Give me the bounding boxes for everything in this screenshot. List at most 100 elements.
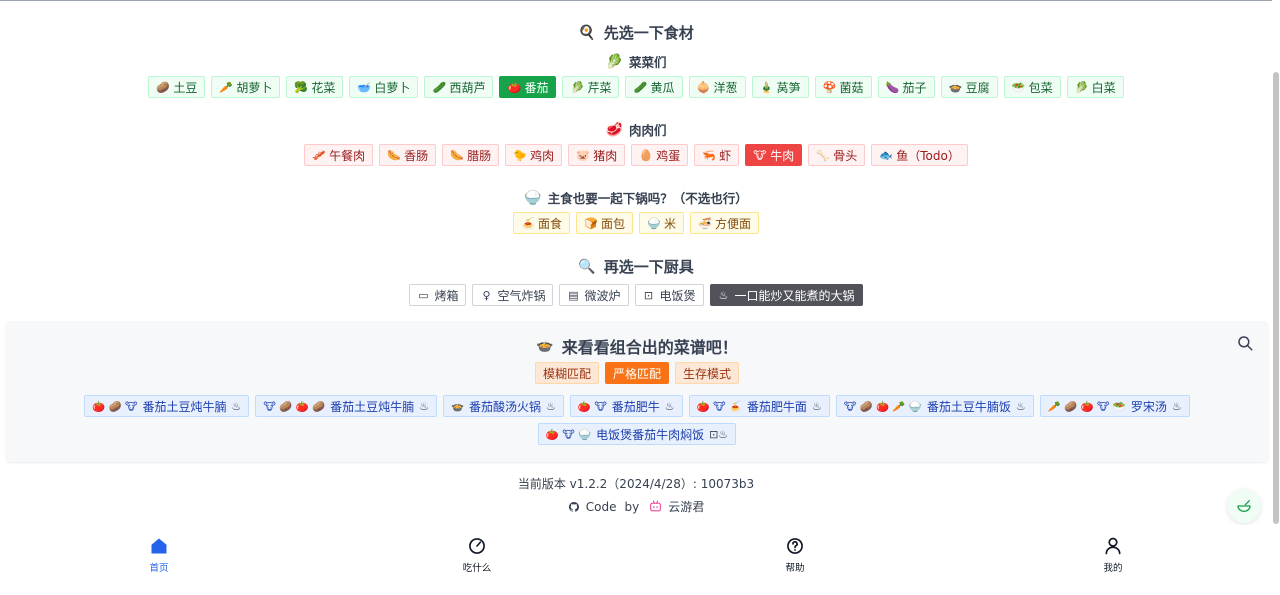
vegetable-tag[interactable]: 🍲 豆腐 <box>940 76 998 98</box>
meat-tag-icon: 🌭 <box>450 148 464 162</box>
vegetable-tag-label: 胡萝卜 <box>236 80 273 95</box>
match-mode-row: 模糊匹配 严格匹配 生存模式 <box>6 362 1268 384</box>
meat-section-title: 🥩 肉肉们 <box>605 121 667 139</box>
vegetable-tag[interactable]: 🥒 西葫芦 <box>424 76 494 98</box>
tool-tag[interactable]: ▤ 微波炉 <box>559 284 629 306</box>
gauge-icon <box>469 538 485 554</box>
meat-tag-label: 香肠 <box>404 148 429 163</box>
recipe-row: 🍅 🐮 🍚 电饭煲番茄牛肉焖饭 ⊡♨ <box>6 423 1268 445</box>
magnifier-icon: 🔍 <box>578 258 596 275</box>
vegetable-tag-label: 洋葱 <box>713 80 738 95</box>
tab-help[interactable]: 帮助 <box>636 525 954 595</box>
veg-section-title: 🥬 菜菜们 <box>605 53 667 71</box>
scrollbar-thumb[interactable] <box>1273 72 1279 524</box>
floating-bowl-button[interactable] <box>1227 489 1261 523</box>
recipe-card[interactable]: 🐮 🥔 🍅 🥔 番茄土豆炖牛腩 ♨ <box>255 395 437 417</box>
vegetable-tag[interactable]: 🥣 白萝卜 <box>349 76 419 98</box>
recipe-name: 番茄土豆炖牛腩 <box>330 399 415 414</box>
recipe-row: 🍅 🥔 🐮 番茄土豆炖牛腩 ♨ 🐮 🥔 🍅 🥔 番茄土豆炖牛腩 ♨ 🍲 番茄酸汤火锅 ♨ 🍅 🐮 番… <box>6 395 1268 417</box>
vegetable-tag[interactable]: 🥒 黄瓜 <box>625 76 683 98</box>
recipe-card[interactable]: 🍅 🥔 🐮 番茄土豆炖牛腩 ♨ <box>84 395 250 417</box>
tab-home[interactable]: 首页 <box>0 525 318 595</box>
vegetable-tag-icon: 🥔 <box>156 80 171 94</box>
meat-tag-row: 🥓 午餐肉 🌭 香肠 🌭 腊肠 🐤 鸡肉 🐷 猪肉 🥚 鸡蛋 🦐 虾 🐮 牛肉 🦴 骨头 🐟 鱼（Todo） <box>0 144 1272 166</box>
staple-tag[interactable]: 🍚 米 <box>639 212 685 234</box>
tool-tag[interactable]: ▭ 烤箱 <box>409 284 467 306</box>
staple-tag-label: 米 <box>664 216 677 231</box>
recipe-card[interactable]: 🍲 番茄酸汤火锅 ♨ <box>442 395 564 417</box>
tool-tag[interactable]: ⊡ 电饭煲 <box>634 284 704 306</box>
meat-tag[interactable]: 🦐 虾 <box>694 144 740 166</box>
meat-tag[interactable]: 🐷 猪肉 <box>568 144 626 166</box>
vegetable-tag[interactable]: 🥬 白菜 <box>1066 76 1124 98</box>
meat-tag[interactable]: 🐮 牛肉 <box>745 144 803 166</box>
recipe-ingredient-icons: 🐮 🥔 🍅 🥕 🍚 <box>843 400 922 413</box>
vegetable-tag[interactable]: 🍅 番茄 <box>499 76 557 98</box>
vegetable-tag-label: 菌菇 <box>839 80 864 95</box>
main-content: 🍳 先选一下食材 🥬 菜菜们 🥔 土豆 🥕 胡萝卜 🥦 花菜 🥣 白萝卜 🥒 西葫芦 🍅 番茄 🥬 芹菜 🥒… <box>0 0 1272 525</box>
recipe-ingredient-icons: 🍅 🐮 <box>577 400 607 413</box>
staple-tag-icon: 🍝 <box>520 216 535 230</box>
meat-tag[interactable]: 🌭 香肠 <box>379 144 437 166</box>
author-link[interactable]: 云游君 <box>668 498 704 515</box>
home-icon <box>151 538 167 554</box>
tool-tag[interactable]: ♀ 空气炸锅 <box>472 284 554 306</box>
meat-tag[interactable]: 🌭 腊肠 <box>442 144 500 166</box>
tab-what-to-eat[interactable]: 吃什么 <box>318 525 636 595</box>
fuzzy-match-button[interactable]: 模糊匹配 <box>534 362 599 384</box>
meat-tag-icon: 🐤 <box>513 148 527 162</box>
vegetable-tag[interactable]: 🍆 茄子 <box>877 76 935 98</box>
vegetable-tag[interactable]: 🥕 胡萝卜 <box>211 76 281 98</box>
vegetable-tag-icon: 🍲 <box>948 80 963 94</box>
vegetable-tag-label: 莴笋 <box>776 80 801 95</box>
recipe-tool-icon: ♨ <box>1171 399 1182 413</box>
vegetable-tag[interactable]: 🥗 包菜 <box>1003 76 1061 98</box>
tool-tag-icon: ⊡ <box>643 288 654 302</box>
vegetable-tag-icon: 🥬 <box>570 80 585 94</box>
meat-tag-icon: 🦐 <box>702 148 716 162</box>
vegetable-tag[interactable]: 🎍 莴笋 <box>751 76 809 98</box>
recipe-card[interactable]: 🍅 🐮 🍚 电饭煲番茄牛肉焖饭 ⊡♨ <box>537 423 737 445</box>
meat-tag[interactable]: 🐤 鸡肉 <box>505 144 563 166</box>
meat-tag[interactable]: 🐟 鱼（Todo） <box>871 144 968 166</box>
recipe-ingredient-icons: 🍅 🥔 🐮 <box>92 400 138 413</box>
rice-icon: 🍚 <box>524 189 542 206</box>
staple-tag[interactable]: 🍝 面食 <box>512 212 570 234</box>
meat-tag[interactable]: 🥚 鸡蛋 <box>631 144 689 166</box>
by-text: by <box>624 499 640 514</box>
bilibili-icon[interactable] <box>649 500 662 513</box>
recipe-panel: 🍲 来看看组合出的菜谱吧！ 模糊匹配 严格匹配 生存模式 🍅 🥔 🐮 番茄土豆炖牛… <box>6 321 1268 462</box>
vegetable-tag[interactable]: 🥦 花菜 <box>286 76 344 98</box>
vegetable-tag[interactable]: 🧅 洋葱 <box>688 76 746 98</box>
tool-tag-label: 空气炸锅 <box>497 288 546 303</box>
staple-tag[interactable]: 🍞 面包 <box>575 212 633 234</box>
lettuce-icon: 🥬 <box>605 53 623 70</box>
recipe-name: 番茄酸汤火锅 <box>469 399 542 414</box>
recipe-card[interactable]: 🍅 🐮 🍝 番茄肥牛面 ♨ <box>688 395 830 417</box>
meat-tag-icon: 🌭 <box>387 148 401 162</box>
recipe-card[interactable]: 🍅 🐮 番茄肥牛 ♨ <box>569 395 683 417</box>
vegetable-tag[interactable]: 🥔 土豆 <box>148 76 206 98</box>
strict-match-button[interactable]: 严格匹配 <box>604 362 669 384</box>
tool-tag-label: 微波炉 <box>584 288 621 303</box>
recipe-card[interactable]: 🥕 🥔 🍅 🐮 🥗 罗宋汤 ♨ <box>1039 395 1190 417</box>
recipe-tool-icon: ⊡♨ <box>709 427 729 441</box>
staple-tag-label: 方便面 <box>715 216 752 231</box>
tool-tag[interactable]: ♨ 一口能炒又能煮的大锅 <box>709 284 863 306</box>
code-link[interactable]: Code <box>586 500 617 514</box>
vegetable-tag[interactable]: 🥬 芹菜 <box>562 76 620 98</box>
stew-icon: 🍲 <box>536 338 554 354</box>
vegetable-tag-row: 🥔 土豆 🥕 胡萝卜 🥦 花菜 🥣 白萝卜 🥒 西葫芦 🍅 番茄 🥬 芹菜 🥒 黄瓜 🧅 洋葱 🎍 莴笋 🍄 菌菇 🍆 茄子 🍲… <box>0 76 1272 98</box>
staple-tag-row: 🍝 面食 🍞 面包 🍚 米 🍜 方便面 <box>0 212 1272 234</box>
meat-tag-icon: 🦴 <box>816 148 830 162</box>
staple-tag[interactable]: 🍜 方便面 <box>690 212 760 234</box>
meat-tag-label: 午餐肉 <box>329 148 366 163</box>
meat-tag[interactable]: 🥓 午餐肉 <box>304 144 374 166</box>
vegetable-tag[interactable]: 🍄 菌菇 <box>814 76 872 98</box>
recipe-name: 电饭煲番茄牛肉焖饭 <box>596 427 705 442</box>
tab-mine[interactable]: 我的 <box>954 525 1272 595</box>
recipe-card[interactable]: 🐮 🥔 🍅 🥕 🍚 番茄土豆牛腩饭 ♨ <box>835 395 1034 417</box>
survival-mode-button[interactable]: 生存模式 <box>675 362 740 384</box>
github-icon[interactable] <box>568 501 580 513</box>
meat-tag[interactable]: 🦴 骨头 <box>808 144 866 166</box>
